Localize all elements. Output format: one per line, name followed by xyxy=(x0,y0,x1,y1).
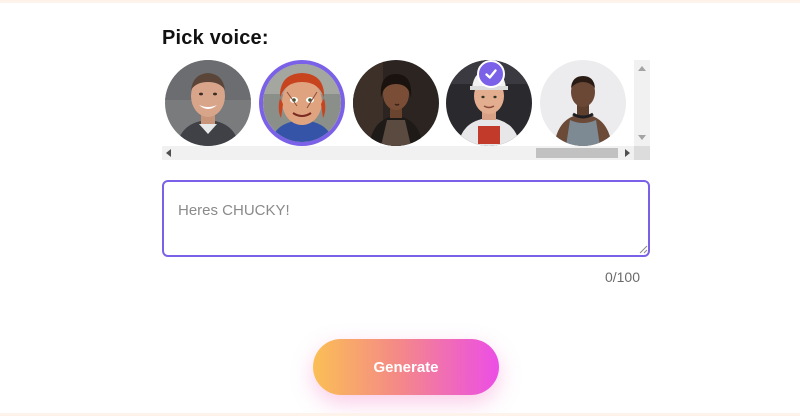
vertical-scrollbar[interactable] xyxy=(634,60,650,146)
character-counter: 0/100 xyxy=(604,269,640,285)
man-tanktop-portrait-icon xyxy=(540,60,626,146)
resize-handle-icon[interactable] xyxy=(638,244,648,254)
man-smiling-portrait-icon xyxy=(165,60,251,146)
voice-option-5[interactable] xyxy=(540,60,626,146)
voice-picker xyxy=(162,60,650,160)
woman-dark-portrait-icon xyxy=(353,60,439,146)
scrollbar-corner xyxy=(634,146,650,160)
top-border xyxy=(0,0,800,3)
generate-button[interactable]: Generate xyxy=(313,339,499,395)
voice-text-input[interactable]: Heres CHUCKY! xyxy=(162,180,650,257)
scroll-right-arrow-icon[interactable] xyxy=(625,149,630,157)
scroll-down-arrow-icon[interactable] xyxy=(638,135,646,140)
chucky-doll-portrait-icon xyxy=(263,64,341,142)
horizontal-scrollbar[interactable] xyxy=(162,146,634,160)
selected-check-icon xyxy=(477,60,505,88)
scroll-left-arrow-icon[interactable] xyxy=(166,149,171,157)
voice-option-2[interactable] xyxy=(259,60,345,146)
voice-option-1[interactable] xyxy=(165,60,251,146)
section-title: Pick voice: xyxy=(162,27,269,49)
voice-option-3[interactable] xyxy=(353,60,439,146)
scroll-up-arrow-icon[interactable] xyxy=(638,66,646,71)
scrollbar-thumb[interactable] xyxy=(536,148,618,158)
voice-list[interactable] xyxy=(162,60,634,146)
